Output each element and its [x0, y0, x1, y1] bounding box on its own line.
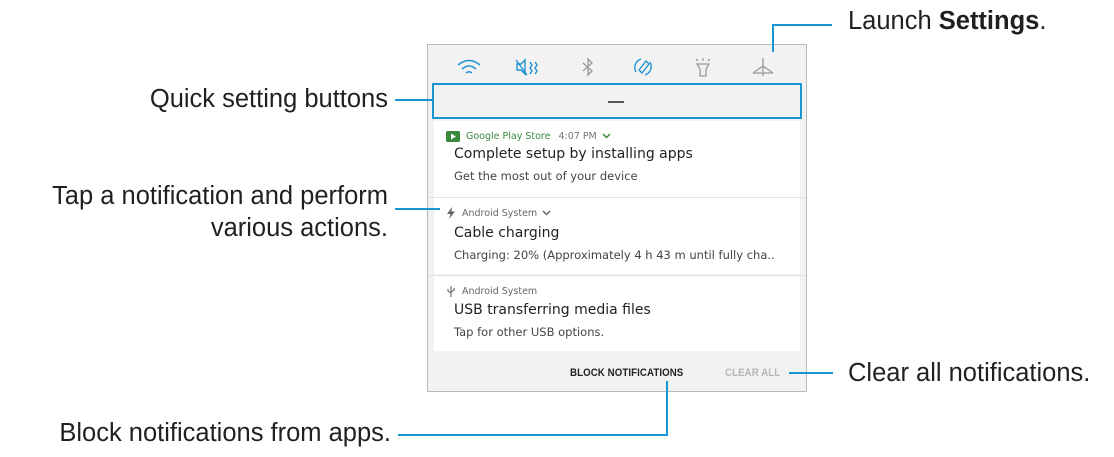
settings-icon[interactable] [746, 55, 780, 79]
quick-settings-highlight [432, 83, 802, 119]
quick-settings-row [428, 45, 806, 81]
callout-text: Launch [848, 7, 939, 35]
notification-title: USB transferring media files [454, 302, 651, 318]
chevron-down-icon[interactable] [602, 133, 611, 139]
settings-callout: Launch Settings. [848, 6, 1046, 36]
flashlight-icon[interactable] [686, 55, 720, 79]
callout-text: . [1039, 7, 1047, 35]
notification-text: Charging: 20% (Approximately 4 h 43 m un… [454, 248, 775, 262]
wifi-icon[interactable] [452, 55, 486, 79]
block-callout-line [666, 381, 668, 436]
play-store-icon [446, 130, 460, 142]
chevron-down-icon[interactable] [542, 210, 551, 216]
notification-title: Cable charging [454, 225, 560, 241]
auto-rotate-icon[interactable] [626, 55, 660, 79]
clear-all-callout-line [789, 372, 833, 374]
notification-header: Android System [446, 284, 537, 298]
notification-card-play-store[interactable]: Google Play Store 4:07 PM Complete setup… [434, 121, 800, 197]
block-callout: Block notifications from apps. [59, 419, 391, 447]
sound-vibrate-icon[interactable] [510, 55, 544, 79]
callout-text-bold: Settings [938, 7, 1040, 35]
notification-header: Android System [446, 206, 551, 220]
notification-app-name: Android System [462, 207, 538, 219]
notification-title: Complete setup by installing apps [454, 146, 693, 162]
settings-callout-line [772, 24, 774, 52]
notification-text: Tap for other USB options. [454, 325, 605, 339]
tap-callout-line2: various actions. [210, 214, 388, 242]
bluetooth-icon[interactable] [571, 55, 605, 79]
notification-app-name: Android System [462, 285, 538, 297]
settings-callout-line [772, 24, 832, 26]
notification-header: Google Play Store 4:07 PM [446, 129, 611, 143]
notification-card-usb[interactable]: Android System USB transferring media fi… [434, 276, 800, 351]
quick-settings-callout: Quick setting buttons [149, 85, 388, 113]
block-notifications-button[interactable]: BLOCK NOTIFICATIONS [570, 367, 683, 379]
tap-callout-line1: Tap a notification and perform [52, 182, 388, 210]
quick-settings-callout-line [395, 99, 432, 101]
usb-icon [447, 286, 455, 297]
notification-text: Get the most out of your device [454, 169, 638, 183]
block-callout-line [398, 434, 668, 436]
clear-all-callout: Clear all notifications. [848, 359, 1091, 387]
notification-time: 4:07 PM [558, 130, 597, 142]
lightning-icon [447, 207, 455, 219]
notification-footer: BLOCK NOTIFICATIONS CLEAR ALL [428, 351, 806, 391]
notification-app-name: Google Play Store [466, 130, 551, 142]
clear-all-button[interactable]: CLEAR ALL [725, 367, 780, 379]
notification-card-charging[interactable]: Android System Cable charging Charging: … [434, 198, 800, 274]
tap-callout-line [395, 208, 440, 210]
